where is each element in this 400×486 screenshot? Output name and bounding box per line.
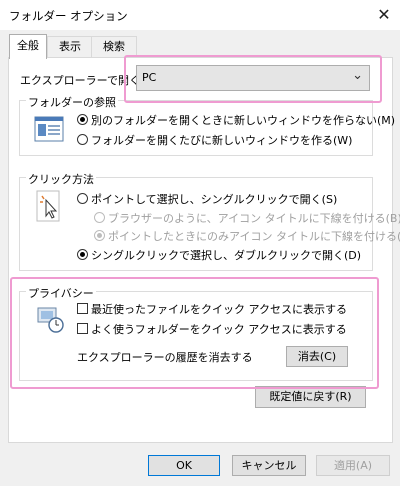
open-in-dropdown[interactable]: PC ⌄	[136, 65, 370, 91]
browse-new-window-radio[interactable]	[77, 134, 88, 145]
clear-history-button[interactable]: 消去(C)	[286, 346, 348, 367]
click-single-radio[interactable]	[77, 193, 88, 204]
tab-view[interactable]: 表示	[47, 36, 93, 57]
privacy-title: プライバシー	[26, 285, 96, 301]
chevron-down-icon: ⌄	[352, 68, 363, 83]
recent-files-label[interactable]: 最近使ったファイルをクイック アクセスに表示する	[91, 301, 347, 317]
underline-hover-label: ポイントしたときにのみアイコン タイトルに下線を付ける(P)	[108, 230, 400, 243]
cancel-button[interactable]: キャンセル	[232, 455, 306, 476]
apply-button[interactable]: 適用(A)	[316, 455, 390, 476]
underline-always-radio	[94, 212, 105, 223]
clear-history-label: エクスプローラーの履歴を消去する	[77, 351, 253, 364]
window-title: フォルダー オプション	[9, 9, 128, 23]
browse-new-window-label[interactable]: フォルダーを開くたびに新しいウィンドウを作る(W)	[91, 132, 352, 148]
click-double-label[interactable]: シングルクリックで選択し、ダブルクリックで開く(D)	[91, 247, 361, 263]
underline-hover-radio	[94, 230, 105, 241]
privacy-icon	[35, 305, 65, 335]
tab-search[interactable]: 検索	[91, 36, 137, 57]
underline-always-label: ブラウザーのように、アイコン タイトルに下線を付ける(B)	[108, 212, 400, 225]
click-single-label[interactable]: ポイントして選択し、シングルクリックで開く(S)	[91, 191, 337, 207]
browse-same-window-label[interactable]: 別のフォルダーを開くときに新しいウィンドウを作らない(M)	[91, 112, 395, 128]
close-icon[interactable]: ✕	[372, 4, 396, 26]
frequent-folders-checkbox[interactable]	[77, 323, 88, 334]
click-method-icon	[36, 190, 62, 224]
browse-folders-title: フォルダーの参照	[26, 94, 118, 110]
browse-same-window-radio[interactable]	[77, 114, 88, 125]
click-double-radio[interactable]	[77, 249, 88, 260]
open-in-value: PC	[142, 71, 157, 84]
tab-general[interactable]: 全般	[9, 34, 47, 59]
browse-folders-icon	[34, 116, 64, 142]
open-in-label: エクスプローラーで開く:	[20, 74, 144, 87]
click-method-title: クリック方法	[26, 171, 96, 187]
ok-button[interactable]: OK	[148, 455, 220, 476]
restore-defaults-button[interactable]: 既定値に戻す(R)	[255, 386, 366, 408]
recent-files-checkbox[interactable]	[77, 303, 88, 314]
frequent-folders-label[interactable]: よく使うフォルダーをクイック アクセスに表示する	[91, 321, 347, 337]
